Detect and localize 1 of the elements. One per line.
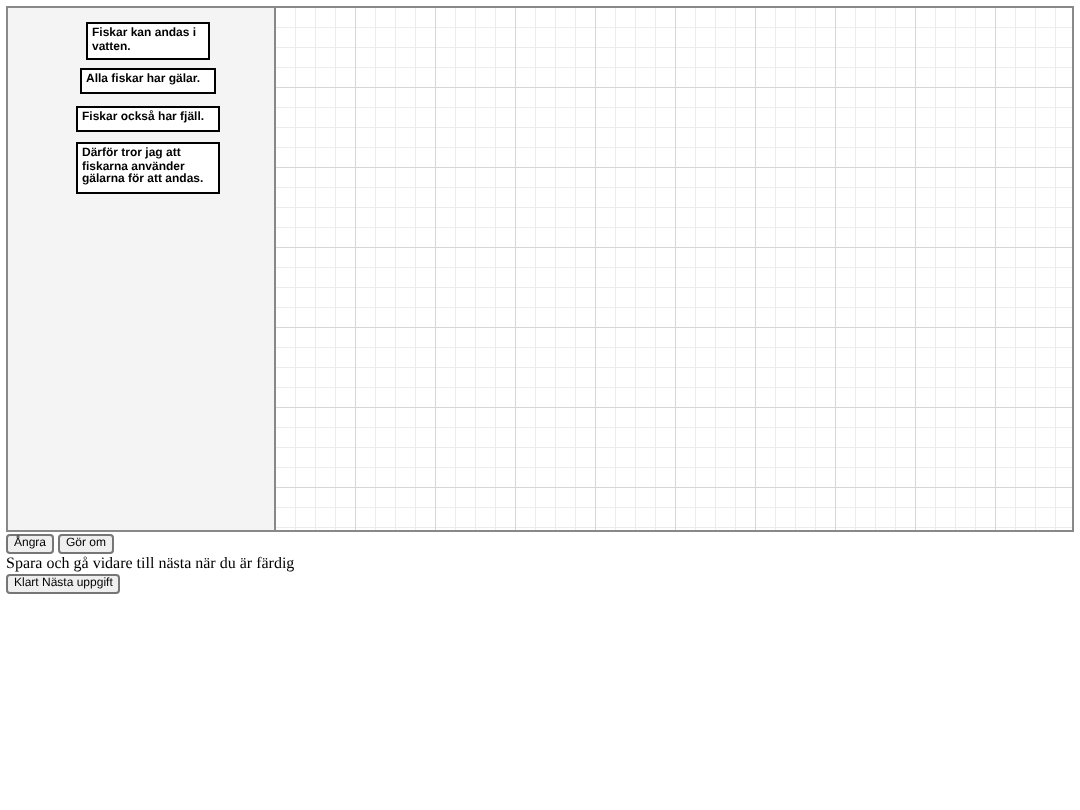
instruction-text: Spara och gå vidare till nästa när du är färdig	[4, 554, 297, 574]
